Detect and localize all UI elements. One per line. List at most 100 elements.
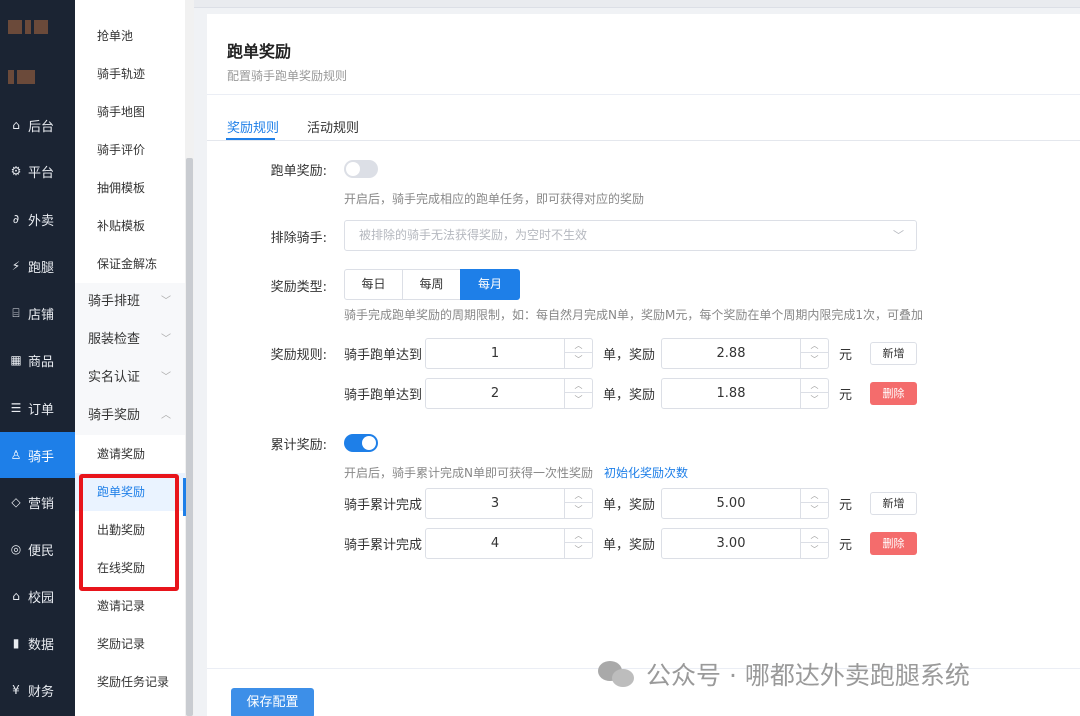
rail-item-yen[interactable]: ¥ 财务 (0, 667, 75, 713)
cumulative-amount-stepper[interactable]: 3.00 ︿ ﹀ (661, 528, 829, 559)
increment-icon[interactable]: ︿ (801, 339, 828, 353)
cumulative-amount-value[interactable]: 3.00 (662, 529, 800, 558)
decrement-icon[interactable]: ﹀ (565, 393, 592, 407)
cumulative-reward-toggle[interactable] (344, 434, 378, 452)
decrement-icon[interactable]: ﹀ (801, 543, 828, 557)
rule-prefix: 骑手跑单达到 (344, 348, 423, 363)
submenu-group[interactable]: 骑手排班 ﹀ (75, 283, 185, 321)
submenu-group[interactable]: 实名认证 ﹀ (75, 359, 185, 397)
chevron-down-icon: ﹀ (161, 296, 171, 307)
rail-item-service[interactable]: ◎ 便民 (0, 526, 75, 572)
increment-icon[interactable]: ︿ (565, 489, 592, 503)
delete-cumulative-button[interactable]: 删除 (870, 532, 917, 555)
rail-item-campus[interactable]: ⌂ 校园 (0, 573, 75, 619)
rail-item-store[interactable]: ⌸ 店铺 (0, 290, 75, 336)
submenu-item[interactable]: 奖励任务记录 (75, 663, 185, 701)
rail-item-grid[interactable]: ▦ 商品 (0, 337, 75, 383)
decrement-icon[interactable]: ﹀ (801, 393, 828, 407)
rail-item-label: 后台 (28, 119, 55, 135)
increment-icon[interactable]: ︿ (801, 379, 828, 393)
toggle-knob (346, 162, 360, 176)
run-reward-hint: 开启后，骑手完成相应的跑单任务，即可获得对应的奖励 (344, 192, 645, 206)
decrement-icon[interactable]: ﹀ (565, 543, 592, 557)
submenu-item[interactable]: 抽佣模板 (75, 169, 185, 207)
exclude-riders-select[interactable]: 被排除的骑手无法获得奖励，为空时不生效 ﹀ (344, 220, 917, 251)
submenu-item[interactable]: 保证金解冻 (75, 245, 185, 283)
submenu-item[interactable]: 奖励记录 (75, 625, 185, 663)
increment-icon[interactable]: ︿ (801, 489, 828, 503)
rail-item-gear[interactable]: ⚙ 平台 (0, 148, 75, 194)
increment-icon[interactable]: ︿ (801, 529, 828, 543)
rail-item-home[interactable]: ⌂ 后台 (0, 102, 75, 148)
delete-rule-button[interactable]: 删除 (870, 382, 917, 405)
reward-type-daily[interactable]: 每日 (344, 269, 403, 300)
tab-activity-rules[interactable]: 活动规则 (307, 117, 359, 136)
cumulative-prefix: 骑手累计完成 (344, 538, 423, 553)
submenu-item[interactable]: 骑手评价 (75, 131, 185, 169)
cumulative-amount-value[interactable]: 5.00 (662, 489, 800, 518)
submenu-item[interactable]: 骑手地图 (75, 93, 185, 131)
submenu-item[interactable]: 补贴模板 (75, 207, 185, 245)
rule-amount-stepper[interactable]: 2.88 ︿ ﹀ (661, 338, 829, 369)
submenu-group[interactable]: 服装检查 ﹀ (75, 321, 185, 359)
increment-icon[interactable]: ︿ (565, 339, 592, 353)
page-title: 跑单奖励 (227, 42, 292, 61)
cumulative-reward-hint: 开启后，骑手累计完成N单即可获得一次性奖励 (344, 466, 593, 480)
rail-item-order[interactable]: ☰ 订单 (0, 385, 75, 431)
decrement-icon[interactable]: ﹀ (801, 353, 828, 367)
rule-amount-value[interactable]: 1.88 (662, 379, 800, 408)
cumulative-mid-text: 单，奖励 (603, 538, 656, 553)
reward-type-monthly[interactable]: 每月 (460, 269, 520, 300)
tab-reward-rules[interactable]: 奖励规则 (227, 117, 279, 136)
decrement-icon[interactable]: ﹀ (565, 353, 592, 367)
cumulative-amount-stepper[interactable]: 5.00 ︿ ﹀ (661, 488, 829, 519)
rail-item-label: 外卖 (28, 213, 55, 229)
rule-amount-value[interactable]: 2.88 (662, 339, 800, 368)
rail-item-label: 校园 (28, 590, 55, 606)
submenu-item[interactable]: 邀请奖励 (75, 435, 185, 473)
increment-icon[interactable]: ︿ (565, 529, 592, 543)
watermark-text: 公众号 · 哪都达外卖跑腿系统 (646, 661, 970, 690)
decrement-icon[interactable]: ﹀ (565, 503, 592, 517)
reset-reward-count-link[interactable]: 初始化奖励次数 (604, 464, 688, 481)
rule-count-value[interactable]: 1 (426, 339, 564, 368)
yen-icon: ¥ (12, 683, 20, 697)
rail-item-diamond[interactable]: ◇ 营销 (0, 479, 75, 525)
save-config-button[interactable]: 保存配置 (231, 688, 314, 716)
rail-item-rider[interactable]: ♙ 骑手 (0, 432, 75, 478)
store-icon: ⌸ (12, 305, 20, 320)
cumulative-count-value[interactable]: 4 (426, 529, 564, 558)
scrollbar-thumb[interactable] (186, 158, 193, 716)
rule-prefix: 骑手跑单达到 (344, 388, 423, 403)
submenu-item[interactable]: 骑手轨迹 (75, 55, 185, 93)
run-reward-toggle[interactable] (344, 160, 378, 178)
submenu-item[interactable]: 抢单池 (75, 17, 185, 55)
exclude-riders-placeholder: 被排除的骑手无法获得奖励，为空时不生效 (359, 228, 588, 242)
rider-icon: ♙ (10, 448, 22, 462)
rule-amount-stepper[interactable]: 1.88 ︿ ﹀ (661, 378, 829, 409)
runner-icon: ⚡ (11, 259, 21, 273)
rail-item-runner[interactable]: ⚡ 跑腿 (0, 243, 75, 289)
decrement-icon[interactable]: ﹀ (801, 503, 828, 517)
submenu-scrollbar[interactable] (185, 0, 194, 716)
rule-count-stepper[interactable]: 1 ︿ ﹀ (425, 338, 593, 369)
rail-item-label: 骑手 (28, 449, 55, 465)
rule-count-stepper[interactable]: 2 ︿ ﹀ (425, 378, 593, 409)
rail-item-chart[interactable]: ▮ 数据 (0, 620, 75, 666)
cumulative-count-stepper[interactable]: 4 ︿ ﹀ (425, 528, 593, 559)
reward-type-weekly[interactable]: 每周 (402, 269, 461, 300)
rule-count-value[interactable]: 2 (426, 379, 564, 408)
add-rule-button[interactable]: 新增 (870, 342, 917, 365)
add-cumulative-button[interactable]: 新增 (870, 492, 917, 515)
brand-logo-secondary (8, 70, 54, 86)
increment-icon[interactable]: ︿ (565, 379, 592, 393)
rule-mid-text: 单，奖励 (603, 388, 656, 403)
top-tab-strip (194, 0, 1080, 8)
submenu-group[interactable]: 骑手奖励 ︿ (75, 397, 185, 435)
submenu-item[interactable]: 邀请记录 (75, 587, 185, 625)
service-icon: ◎ (10, 542, 22, 556)
rail-item-takeout[interactable]: ∂ 外卖 (0, 196, 75, 242)
cumulative-count-stepper[interactable]: 3 ︿ ﹀ (425, 488, 593, 519)
home-icon: ⌂ (12, 118, 20, 132)
cumulative-count-value[interactable]: 3 (426, 489, 564, 518)
